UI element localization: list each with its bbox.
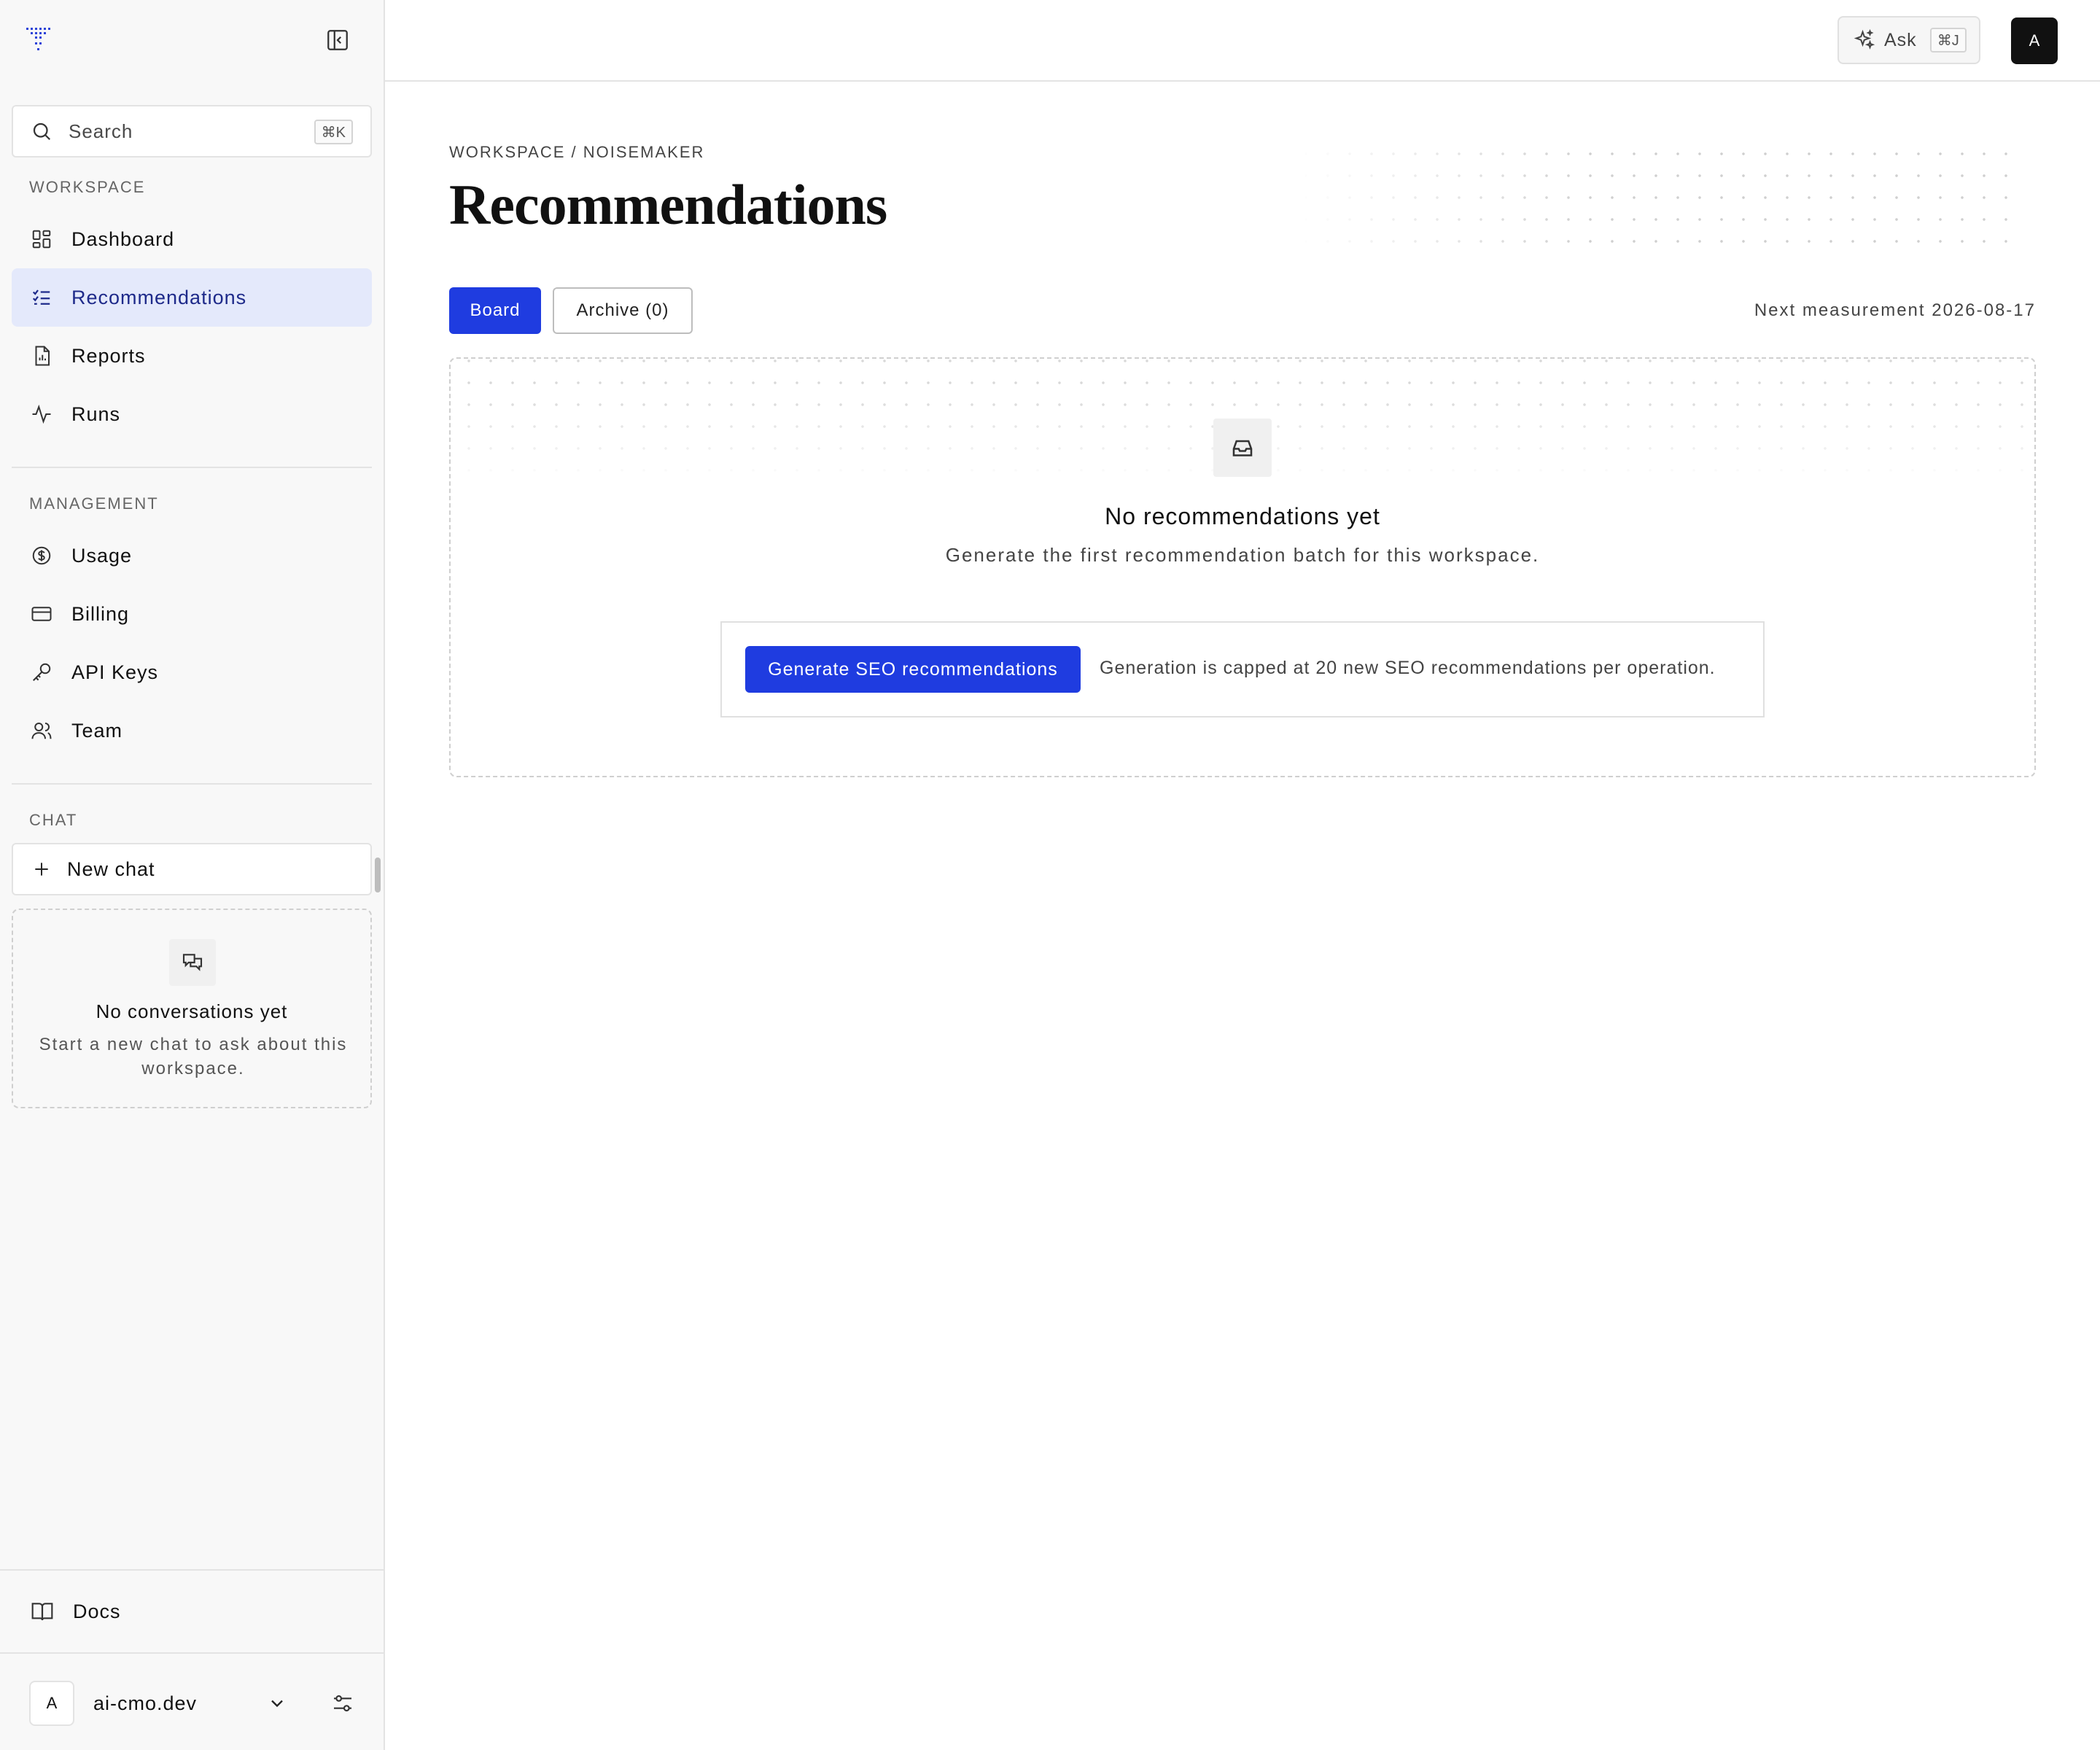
sidebar-divider xyxy=(0,1652,384,1654)
sidebar-item-docs[interactable]: Docs xyxy=(12,1582,372,1641)
dollar-icon xyxy=(32,546,51,565)
sidebar-item-label: API Keys xyxy=(71,661,159,683)
card-icon xyxy=(31,607,52,621)
sidebar-item-label: Docs xyxy=(73,1600,121,1622)
sidebar-item-label: Billing xyxy=(71,602,130,625)
dashboard-icon xyxy=(32,230,51,249)
search-icon xyxy=(33,122,51,141)
activity-icon xyxy=(32,404,51,424)
conversations-icon xyxy=(169,939,216,986)
new-chat-button[interactable]: New chat xyxy=(12,843,372,895)
sidebar-item-billing[interactable]: Billing xyxy=(12,585,372,643)
empty-state-title: No recommendations yet xyxy=(1105,503,1380,529)
sidebar-divider xyxy=(12,467,372,468)
sidebar-item-reports[interactable]: Reports xyxy=(12,327,372,385)
sidebar-item-runs[interactable]: Runs xyxy=(12,385,372,443)
empty-conversations: No conversations yet Start a new chat to… xyxy=(12,909,372,1108)
report-icon xyxy=(35,346,50,366)
generation-cap-note: Generation is capped at 20 new SEO recom… xyxy=(1100,658,1716,678)
account-switcher[interactable]: A ai-cmo.dev xyxy=(29,1680,356,1727)
new-chat-label: New chat xyxy=(67,858,155,880)
sidebar: Search ⌘K WORKSPACE Dashboard Recommenda… xyxy=(0,0,385,1750)
top-bar: Ask ⌘J A xyxy=(385,0,2100,82)
breadcrumb: WORKSPACE / NOISEMAKER xyxy=(449,143,705,161)
section-label-management: MANAGEMENT xyxy=(29,494,159,513)
search-label: Search xyxy=(69,120,133,142)
panel-left-icon xyxy=(327,30,348,50)
sidebar-scrollbar[interactable] xyxy=(375,858,381,892)
ask-button[interactable]: Ask ⌘J xyxy=(1838,16,1980,64)
book-icon xyxy=(31,1603,53,1621)
sidebar-item-label: Reports xyxy=(71,344,146,367)
tab-archive[interactable]: Archive (0) xyxy=(553,287,693,334)
empty-conversations-title: No conversations yet xyxy=(96,1000,288,1022)
plus-icon xyxy=(35,863,48,876)
decorative-dot-pattern xyxy=(1295,143,2024,252)
recommendations-empty-panel: No recommendations yet Generate the firs… xyxy=(449,357,2036,777)
ask-label: Ask xyxy=(1884,29,1917,50)
sidebar-item-team[interactable]: Team xyxy=(12,701,372,760)
page-title: Recommendations xyxy=(449,173,887,236)
sidebar-header xyxy=(0,0,384,82)
sidebar-item-label: Usage xyxy=(71,544,133,567)
sidebar-item-label: Runs xyxy=(71,402,121,425)
sidebar-divider xyxy=(12,783,372,785)
search-shortcut: ⌘K xyxy=(314,120,353,144)
account-name: ai-cmo.dev xyxy=(93,1692,198,1714)
sidebar-item-usage[interactable]: Usage xyxy=(12,526,372,585)
account-avatar: A xyxy=(29,1681,74,1726)
users-icon xyxy=(31,723,52,739)
empty-state-subtitle: Generate the first recommendation batch … xyxy=(945,544,1540,566)
next-measurement: Next measurement 2026-08-17 xyxy=(1754,300,2036,320)
sidebar-divider xyxy=(0,1569,384,1571)
sparkle-icon xyxy=(1854,29,1875,50)
generate-box: Generate SEO recommendations Generation … xyxy=(720,621,1765,718)
key-icon xyxy=(33,663,51,681)
search-input[interactable]: Search ⌘K xyxy=(12,105,372,158)
checklist-icon xyxy=(32,289,50,305)
sidebar-item-api-keys[interactable]: API Keys xyxy=(12,643,372,701)
generate-seo-recommendations-button[interactable]: Generate SEO recommendations xyxy=(745,646,1081,693)
collapse-sidebar-button[interactable] xyxy=(325,28,350,52)
inbox-icon xyxy=(1213,419,1272,477)
user-avatar[interactable]: A xyxy=(2011,18,2058,64)
sidebar-item-dashboard[interactable]: Dashboard xyxy=(12,210,372,268)
sidebar-item-label: Recommendations xyxy=(71,286,247,308)
sidebar-item-label: Dashboard xyxy=(71,228,175,250)
settings-sliders-icon[interactable] xyxy=(331,1692,354,1715)
sidebar-item-recommendations[interactable]: Recommendations xyxy=(12,268,372,327)
empty-conversations-text: Start a new chat to ask about this works… xyxy=(39,1035,348,1078)
section-label-workspace: WORKSPACE xyxy=(29,178,146,196)
section-label-chat: CHAT xyxy=(29,811,78,829)
sidebar-item-label: Team xyxy=(71,719,123,742)
brand-logo-icon[interactable] xyxy=(25,25,54,54)
tab-board[interactable]: Board xyxy=(449,287,541,334)
chevron-down-icon[interactable] xyxy=(267,1693,287,1714)
ask-shortcut: ⌘J xyxy=(1929,28,1967,52)
